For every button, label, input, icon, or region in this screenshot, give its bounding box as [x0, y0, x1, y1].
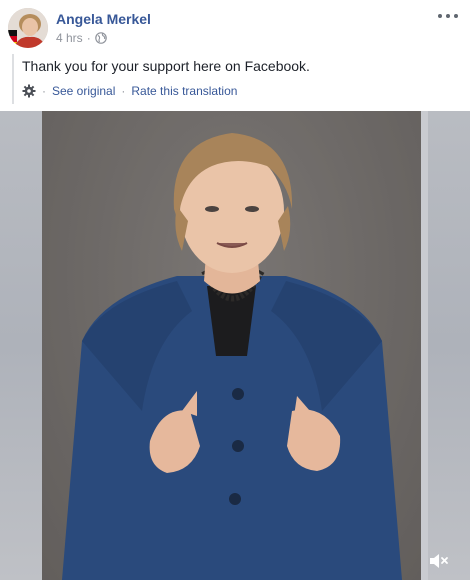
author-name-link[interactable]: Angela Merkel	[56, 11, 151, 27]
post-header: Angela Merkel 4 hrs ·	[0, 0, 470, 56]
meta-separator: ·	[86, 31, 91, 45]
facebook-post: Angela Merkel 4 hrs · Thank you for your…	[0, 0, 470, 580]
rate-translation-link[interactable]: Rate this translation	[131, 84, 237, 98]
post-text: Thank you for your support here on Faceb…	[22, 58, 310, 74]
author-avatar[interactable]	[8, 8, 48, 48]
video-still-image	[42, 111, 421, 580]
video-player[interactable]	[0, 111, 470, 580]
video-frame[interactable]	[42, 111, 421, 580]
post-timestamp[interactable]: 4 hrs	[56, 31, 83, 45]
globe-icon[interactable]	[94, 32, 107, 44]
see-original-link[interactable]: See original	[52, 84, 115, 98]
translated-content: Thank you for your support here on Faceb…	[12, 54, 462, 104]
post-meta: 4 hrs ·	[56, 31, 107, 45]
speaker-muted-icon[interactable]	[426, 550, 452, 572]
video-blur-right	[428, 111, 470, 580]
avatar-image	[8, 8, 48, 48]
gear-icon[interactable]	[22, 84, 36, 98]
translation-links: · See original · Rate this translation	[22, 84, 462, 98]
more-options-icon[interactable]	[438, 8, 458, 24]
video-blur-left	[0, 111, 42, 580]
links-separator-1: ·	[42, 84, 46, 98]
links-separator-2: ·	[121, 84, 126, 98]
